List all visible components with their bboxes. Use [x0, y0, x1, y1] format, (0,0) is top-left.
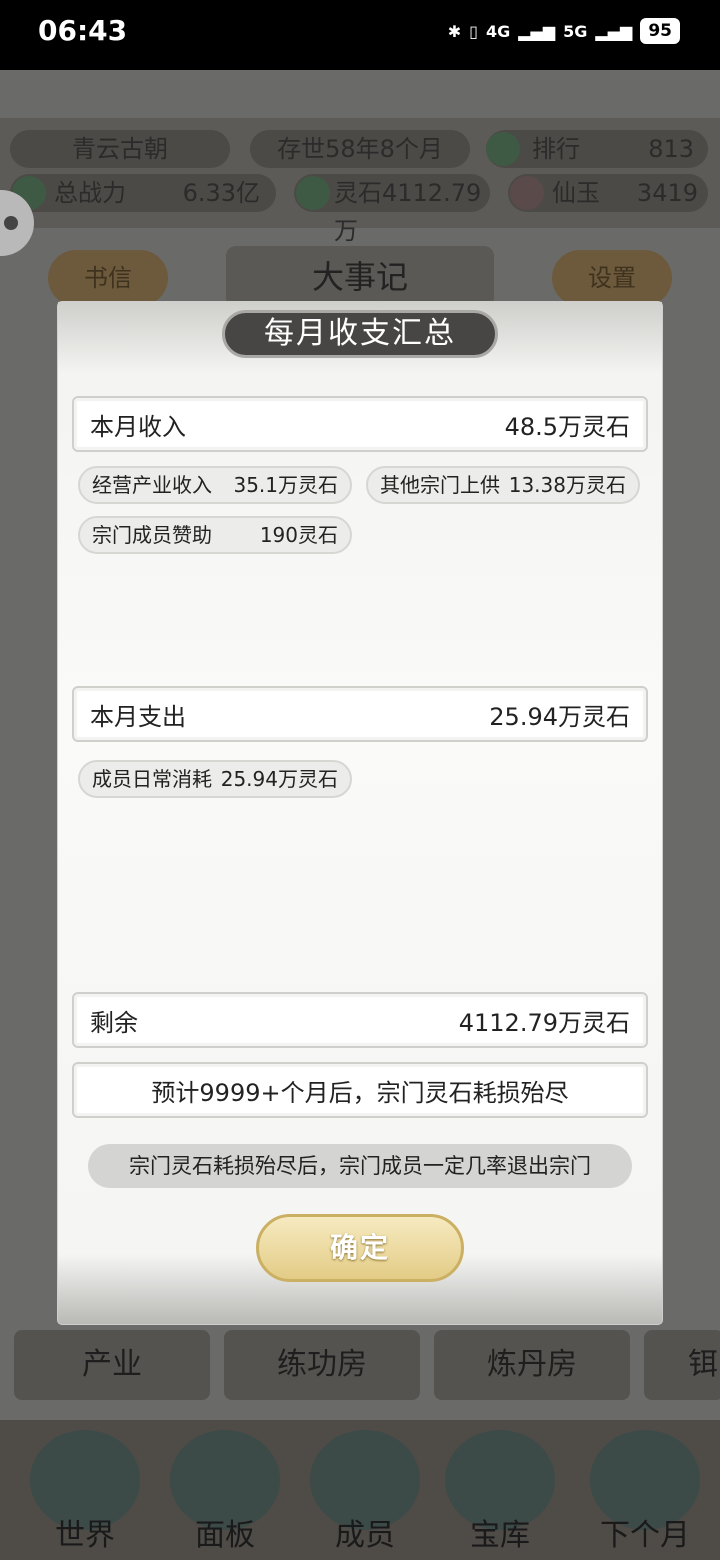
sect-age: 存世58年8个月 — [250, 130, 470, 168]
remaining-label: 剩余 — [90, 1008, 138, 1037]
dialog-title: 每月收支汇总 — [222, 310, 498, 358]
nav-next-month[interactable]: 下个月 — [580, 1430, 710, 1554]
expense-value: 25.94万灵石 — [489, 702, 630, 731]
taiji-icon — [445, 1430, 555, 1530]
expense-item: 成员日常消耗 25.94万灵石 — [78, 760, 352, 798]
mail-button[interactable]: 书信 — [48, 250, 168, 306]
expense-item-label: 成员日常消耗 — [92, 767, 212, 791]
world-icon — [30, 1430, 140, 1530]
income-label: 本月收入 — [90, 412, 186, 441]
remaining-value: 4112.79万灵石 — [458, 1008, 630, 1037]
scroll-icon — [170, 1430, 280, 1530]
income-item: 其他宗门上供 13.38万灵石 — [366, 466, 640, 504]
network-4g-icon: 4G — [485, 21, 511, 41]
member-icon — [310, 1430, 420, 1530]
rank-label: 排行 — [532, 135, 580, 163]
income-item-label: 经营产业收入 — [92, 473, 212, 497]
sect-name: 青云古朝 — [10, 130, 230, 168]
income-item-value: 13.38万灵石 — [508, 473, 626, 497]
monthly-summary-dialog: 每月收支汇总 本月收入 48.5万灵石 经营产业收入 35.1万灵石 其他宗门上… — [58, 302, 662, 1324]
remaining-row: 剩余 4112.79万灵石 — [72, 992, 648, 1048]
clock: 06:43 — [38, 14, 128, 47]
forecast-text: 预计9999+个月后，宗门灵石耗损殆尽 — [151, 1078, 569, 1107]
status-bar: 06:43 ✱ ▯ 4G ▂▄▆ 5G ▂▄▆ 95 — [0, 0, 720, 70]
income-value: 48.5万灵石 — [504, 412, 630, 441]
network-5g-icon: 5G — [563, 21, 588, 41]
events-title: 大事记 — [226, 246, 494, 308]
nav-world[interactable]: 世界 — [20, 1430, 150, 1554]
expense-item-value: 25.94万灵石 — [220, 767, 338, 791]
total-power: 总战力 6.33亿 — [10, 174, 276, 212]
nav-label: 面板 — [195, 1518, 255, 1553]
confirm-button[interactable]: 确定 — [256, 1214, 464, 1282]
nav-panel[interactable]: 面板 — [170, 1430, 280, 1554]
nav-treasury[interactable]: 宝库 — [440, 1430, 560, 1554]
next-month-icon — [590, 1430, 700, 1530]
jade-icon — [510, 176, 544, 210]
forecast-row: 预计9999+个月后，宗门灵石耗损殆尽 — [72, 1062, 648, 1118]
nav-label: 下个月 — [600, 1518, 690, 1553]
income-item: 经营产业收入 35.1万灵石 — [78, 466, 352, 504]
income-row: 本月收入 48.5万灵石 — [72, 396, 648, 452]
rank-value: 813 — [648, 135, 694, 163]
facility-training-room[interactable]: 练功房 — [224, 1330, 420, 1400]
facility-partial[interactable]: 铒 — [644, 1330, 720, 1400]
facility-row: 产业 练功房 炼丹房 铒 — [14, 1330, 720, 1400]
bluetooth-icon: ✱ — [447, 21, 462, 41]
income-item-label: 其他宗门上供 — [380, 473, 500, 497]
nav-label: 宝库 — [470, 1518, 530, 1553]
income-item-value: 35.1万灵石 — [233, 473, 338, 497]
facility-industry[interactable]: 产业 — [14, 1330, 210, 1400]
power-value: 6.33亿 — [182, 179, 260, 207]
nav-label: 成员 — [335, 1518, 395, 1553]
signal-icon: ▂▄▆ — [518, 21, 556, 41]
jade-value: 3419 — [636, 179, 698, 207]
status-icons: ✱ ▯ 4G ▂▄▆ 5G ▂▄▆ 95 — [448, 18, 680, 44]
signal-icon: ▂▄▆ — [595, 21, 633, 41]
rank-icon — [486, 132, 520, 166]
facility-alchemy-room[interactable]: 炼丹房 — [434, 1330, 630, 1400]
settings-button[interactable]: 设置 — [552, 250, 672, 306]
expense-label: 本月支出 — [90, 702, 186, 731]
nav-members[interactable]: 成员 — [310, 1430, 420, 1554]
nav-label: 世界 — [55, 1518, 115, 1553]
warning-notice: 宗门灵石耗损殆尽后，宗门成员一定几率退出宗门 — [88, 1144, 632, 1188]
income-item: 宗门成员赞助 190灵石 — [78, 516, 352, 554]
bottom-nav: 世界 面板 成员 宝库 下个月 — [0, 1420, 720, 1560]
vibrate-icon: ▯ — [469, 21, 478, 41]
power-label: 总战力 — [54, 179, 126, 207]
income-item-label: 宗门成员赞助 — [92, 523, 212, 547]
income-item-value: 190灵石 — [259, 523, 338, 547]
jade-label: 仙玉 — [552, 179, 600, 207]
battery-icon: 95 — [640, 18, 680, 44]
spirit-stone-icon — [296, 176, 330, 210]
expense-row: 本月支出 25.94万灵石 — [72, 686, 648, 742]
